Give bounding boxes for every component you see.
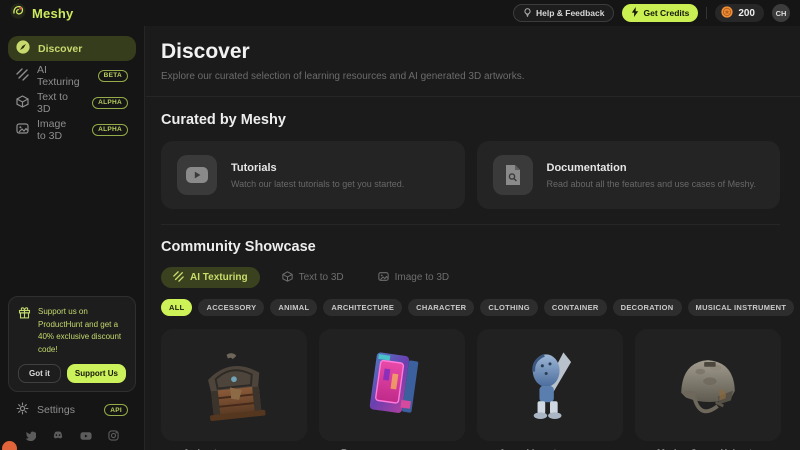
documentation-title: Documentation (547, 162, 756, 174)
sidebar-item-ai-texturing[interactable]: AI Texturing BETA (8, 63, 136, 88)
credits-balance[interactable]: 200 (715, 4, 764, 22)
sidebar-item-label: AI Texturing (37, 64, 82, 88)
showcase-heading: Community Showcase (161, 239, 780, 255)
meshy-app: Meshy Help & Feedback Get Credits 200 (0, 0, 800, 450)
filter-chip-character[interactable]: CHARACTER (408, 299, 474, 316)
tutorials-description: Watch our latest tutorials to get you st… (231, 179, 404, 189)
chat-launcher[interactable] (2, 441, 17, 450)
filter-chip-animal[interactable]: ANIMAL (270, 299, 317, 316)
showcase-item: PR Marine Corps Helmet Proton (635, 329, 781, 450)
topbar-actions: Help & Feedback Get Credits 200 CH (513, 4, 790, 22)
brand-name: Meshy (32, 6, 73, 21)
image-icon (378, 271, 389, 285)
api-badge: API (104, 404, 128, 416)
model-thumbnail-helmet[interactable] (635, 329, 781, 441)
twitter-icon[interactable] (25, 428, 36, 446)
settings-label: Settings (37, 404, 75, 416)
texture-icon (16, 68, 29, 84)
filter-chips: ALL ACCESSORY ANIMAL ARCHITECTURE CHARAC… (161, 299, 780, 316)
sidebar-item-discover[interactable]: Discover (8, 36, 136, 61)
tab-image-to-3d[interactable]: Image to 3D (366, 267, 461, 288)
sidebar-nav: Discover AI Texturing BETA Text to 3D AL… (0, 26, 144, 142)
tab-label: AI Texturing (190, 272, 248, 283)
page-header: Discover Explore our curated selection o… (146, 26, 800, 97)
youtube-icon[interactable] (80, 428, 92, 446)
showcase-item: AV Armed beast AvAR (477, 329, 623, 450)
get-credits-button[interactable]: Get Credits (622, 4, 698, 22)
tab-text-to-3d[interactable]: Text to 3D (270, 267, 356, 288)
gift-icon (18, 306, 31, 356)
lightning-icon (631, 7, 639, 19)
user-avatar[interactable]: CH (772, 4, 790, 22)
image-icon (16, 122, 29, 138)
documentation-description: Read about all the features and use case… (547, 179, 756, 189)
topbar: Meshy Help & Feedback Get Credits 200 (0, 0, 800, 26)
page-subtitle: Explore our curated selection of learnin… (161, 71, 780, 82)
meshy-logo-icon (10, 3, 26, 24)
sidebar-item-settings[interactable]: Settings API (8, 398, 136, 422)
social-links (0, 428, 144, 446)
discord-icon[interactable] (52, 428, 64, 446)
sidebar-item-label: Image to 3D (37, 118, 76, 142)
showcase-tabs: AI Texturing Text to 3D Image to 3D (161, 267, 780, 288)
cube-icon (16, 95, 29, 111)
alpha-badge: ALPHA (92, 124, 128, 136)
page-title: Discover (161, 40, 780, 64)
cube-icon (282, 271, 293, 285)
got-it-button[interactable]: Got it (18, 364, 61, 383)
model-thumbnail-box[interactable] (319, 329, 465, 441)
discover-icon (16, 40, 30, 57)
instagram-icon[interactable] (108, 428, 119, 446)
tutorials-title: Tutorials (231, 162, 404, 174)
coin-icon (721, 6, 733, 21)
sidebar: Discover AI Texturing BETA Text to 3D AL… (0, 26, 145, 450)
section-divider (161, 224, 780, 225)
documentation-card[interactable]: Documentation Read about all the feature… (477, 141, 781, 209)
document-icon (493, 155, 533, 195)
sidebar-item-text-to-3d[interactable]: Text to 3D ALPHA (8, 90, 136, 115)
help-feedback-button[interactable]: Help & Feedback (513, 4, 615, 22)
texture-icon (173, 271, 184, 285)
tutorials-card[interactable]: Tutorials Watch our latest tutorials to … (161, 141, 465, 209)
support-banner: Support us on ProductHunt and get a 40% … (8, 296, 136, 392)
main-content: Discover Explore our curated selection o… (146, 26, 800, 450)
support-us-button[interactable]: Support Us (67, 364, 126, 383)
bulb-icon (523, 8, 532, 19)
filter-chip-decoration[interactable]: DECORATION (613, 299, 682, 316)
support-banner-text: Support us on ProductHunt and get a 40% … (38, 306, 126, 356)
showcase-item: HA A chest Hannah (161, 329, 307, 450)
showcase-section: Community Showcase AI Texturing Text to … (146, 239, 800, 450)
sidebar-item-label: Discover (38, 43, 82, 55)
gear-icon (16, 402, 29, 418)
filter-chip-architecture[interactable]: ARCHITECTURE (323, 299, 402, 316)
filter-chip-accessory[interactable]: ACCESSORY (198, 299, 264, 316)
get-credits-label: Get Credits (643, 8, 689, 18)
sidebar-item-image-to-3d[interactable]: Image to 3D ALPHA (8, 117, 136, 142)
filter-chip-clothing[interactable]: CLOTHING (480, 299, 538, 316)
help-feedback-label: Help & Feedback (536, 8, 605, 18)
credits-count: 200 (738, 8, 755, 19)
filter-chip-musical-instrument[interactable]: MUSICAL INSTRUMENT (688, 299, 795, 316)
play-icon (177, 155, 217, 195)
tab-ai-texturing[interactable]: AI Texturing (161, 267, 260, 288)
brand[interactable]: Meshy (10, 3, 73, 24)
showcase-grid: HA A chest Hannah (161, 329, 780, 450)
filter-chip-container[interactable]: CONTAINER (544, 299, 607, 316)
topbar-divider (706, 7, 707, 19)
showcase-item: KN Box Knight42 (319, 329, 465, 450)
beta-badge: BETA (98, 70, 128, 82)
tab-label: Image to 3D (395, 272, 449, 283)
filter-chip-all[interactable]: ALL (161, 299, 192, 316)
model-thumbnail-chest[interactable] (161, 329, 307, 441)
curated-heading: Curated by Meshy (161, 112, 780, 128)
tab-label: Text to 3D (299, 272, 344, 283)
curated-section: Curated by Meshy Tutorials Watch our lat… (146, 112, 800, 209)
model-thumbnail-armed-beast[interactable] (477, 329, 623, 441)
alpha-badge: ALPHA (92, 97, 128, 109)
sidebar-item-label: Text to 3D (37, 91, 76, 115)
